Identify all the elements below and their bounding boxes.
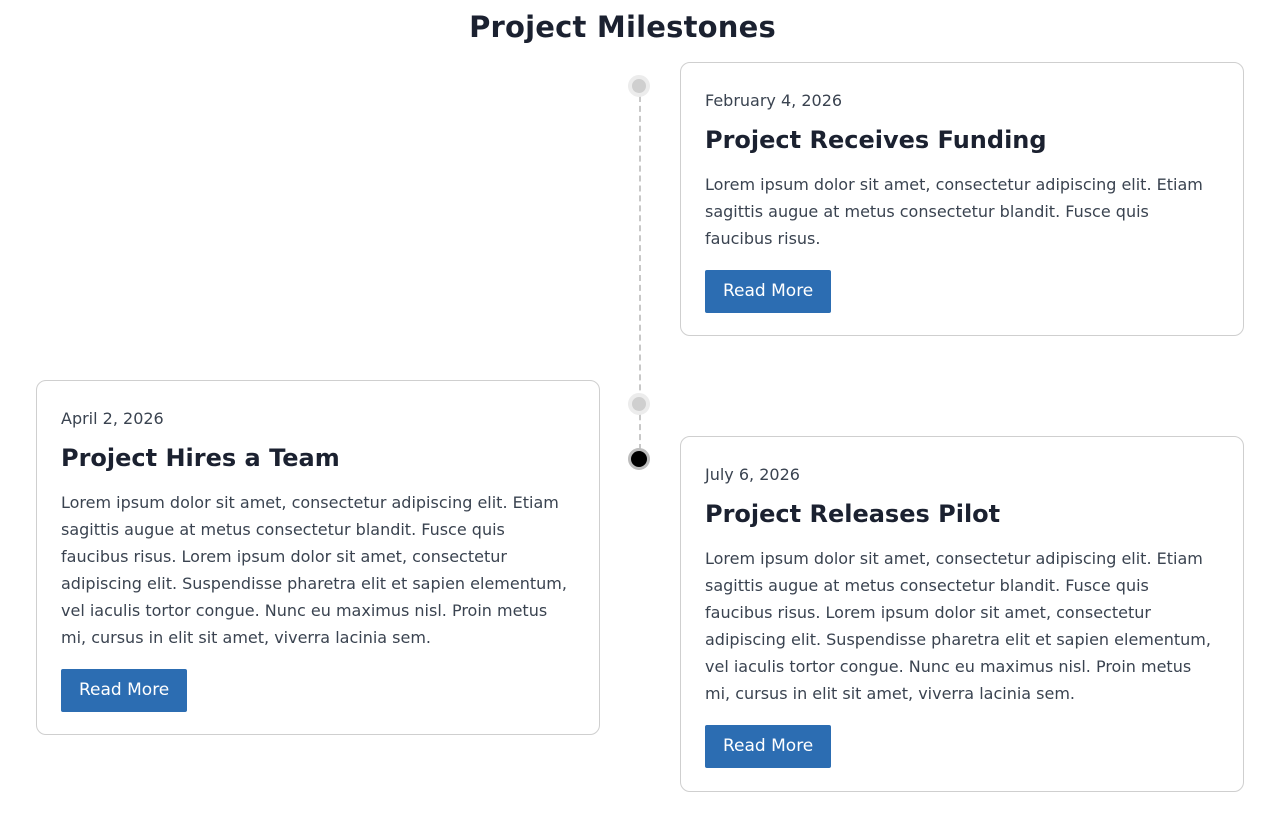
- milestone-title: Project Hires a Team: [61, 444, 340, 472]
- milestone-description: Lorem ipsum dolor sit amet, consectetur …: [61, 493, 567, 647]
- milestone-date: July 6, 2026: [705, 465, 800, 484]
- page-title: Project Milestones: [469, 10, 776, 44]
- read-more-button[interactable]: Read More: [705, 270, 832, 313]
- milestone-card-funding: February 4, 2026 Project Receives Fundin…: [680, 62, 1244, 336]
- timeline-dot-funding: [628, 75, 650, 97]
- milestone-date: April 2, 2026: [61, 409, 164, 428]
- milestone-title: Project Receives Funding: [705, 126, 1047, 154]
- timeline-dot-team: [628, 393, 650, 415]
- timeline-dot-pilot-active: [628, 448, 650, 470]
- milestone-card-pilot: July 6, 2026 Project Releases Pilot Lore…: [680, 436, 1244, 792]
- milestone-card-team: April 2, 2026 Project Hires a Team Lorem…: [36, 380, 600, 735]
- milestone-title: Project Releases Pilot: [705, 500, 1001, 528]
- milestone-description: Lorem ipsum dolor sit amet, consectetur …: [705, 549, 1211, 703]
- read-more-button[interactable]: Read More: [705, 725, 832, 768]
- read-more-button[interactable]: Read More: [61, 669, 188, 712]
- milestone-date: February 4, 2026: [705, 91, 843, 110]
- milestone-description: Lorem ipsum dolor sit amet, consectetur …: [705, 175, 1203, 248]
